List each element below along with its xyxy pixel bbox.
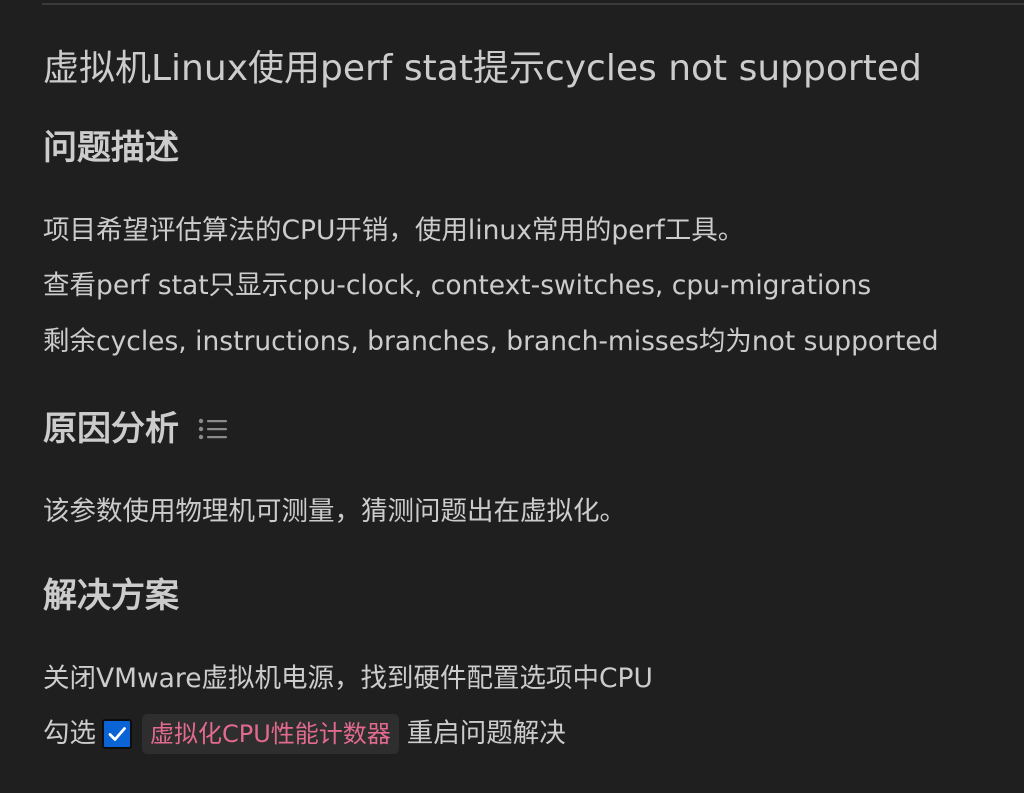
problem-line-1: 项目希望评估算法的CPU开销，使用linux常用的perf工具。 <box>43 215 745 246</box>
heading-cause-text: 原因分析 <box>43 409 179 449</box>
solution-line-2-prefix: 勾选 <box>43 718 96 749</box>
cause-line-1: 该参数使用物理机可测量，猜测问题出在虚拟化。 <box>43 496 626 527</box>
heading-problem-text: 问题描述 <box>43 128 179 168</box>
problem-line-2: 查看perf stat只显示cpu-clock, context-switche… <box>43 270 872 301</box>
checkmark-icon[interactable] <box>102 719 132 749</box>
problem-line-3: 剩余cycles, instructions, branches, branch… <box>43 326 939 357</box>
heading-solution: 解决方案 <box>43 574 179 618</box>
heading-cause: 原因分析 <box>43 407 231 451</box>
list-icon[interactable] <box>195 411 231 447</box>
heading-solution-text: 解决方案 <box>43 576 179 616</box>
inline-code: 虚拟化CPU性能计数器 <box>142 714 399 754</box>
heading-problem: 问题描述 <box>43 126 179 170</box>
solution-line-2: 勾选 虚拟化CPU性能计数器 重启问题解决 <box>43 714 566 754</box>
solution-line-1: 关闭VMware虚拟机电源，找到硬件配置选项中CPU <box>43 663 653 694</box>
page-title: 虚拟机Linux使用perf stat提示cycles not supporte… <box>43 48 922 89</box>
top-divider <box>42 3 1024 5</box>
solution-line-2-suffix: 重启问题解决 <box>406 718 566 749</box>
